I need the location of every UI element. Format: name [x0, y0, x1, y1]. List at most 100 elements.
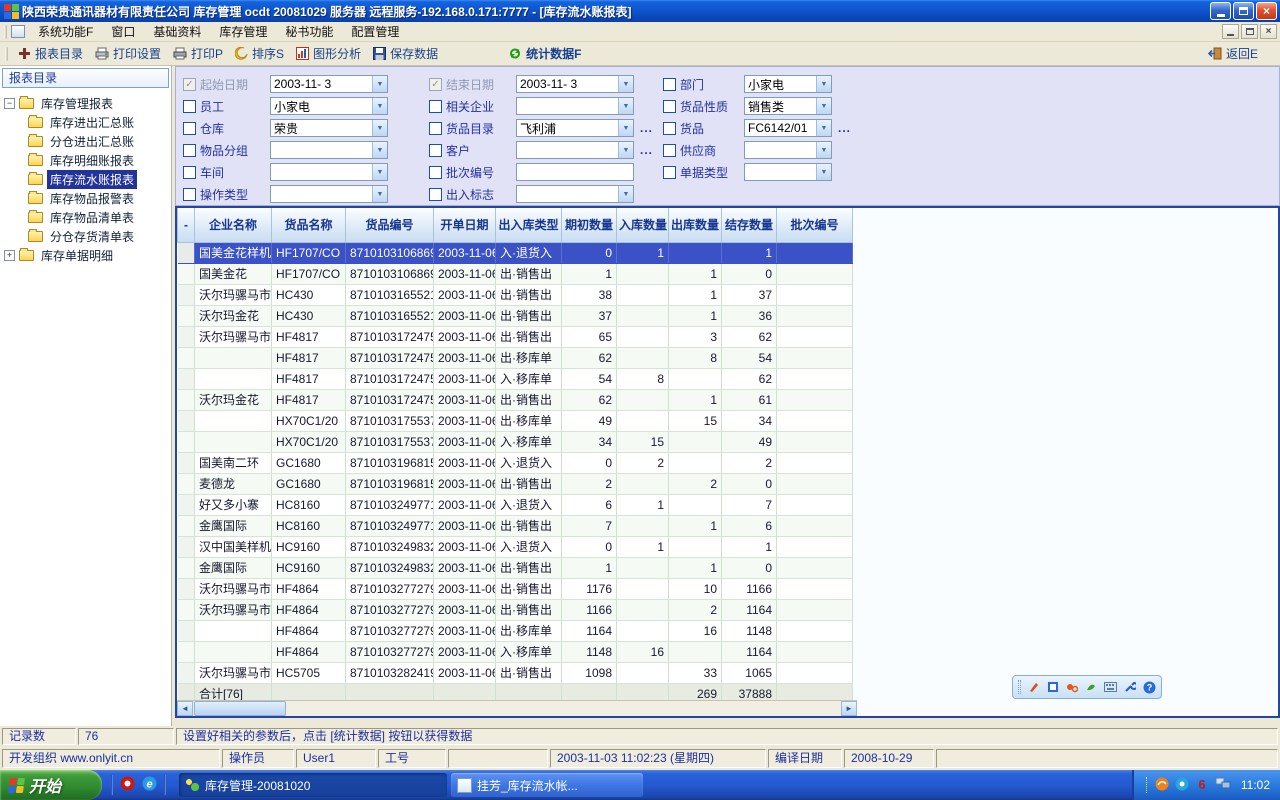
grid-row-13[interactable]: 好又多小寨HC816087101032497712003-11-06入·退货入6…	[178, 494, 853, 515]
dropdown-arrow-icon[interactable]: ▼	[618, 120, 633, 136]
expand-icon[interactable]: +	[4, 250, 15, 261]
dropdown-arrow-icon[interactable]: ▼	[618, 142, 633, 158]
report-catalog-button[interactable]: 报表目录	[12, 43, 89, 64]
start-button[interactable]: 开始	[0, 770, 102, 800]
restore-button[interactable]	[1233, 2, 1254, 20]
column-header-7[interactable]: 入库数量	[617, 208, 669, 242]
ime-language-bar[interactable]: ?	[1012, 675, 1162, 699]
mdi-restore-button[interactable]	[1241, 24, 1258, 39]
column-header-5[interactable]: 出入库类型	[496, 208, 562, 242]
warehouse-select[interactable]: 荣贵▼	[270, 119, 388, 137]
grid-row-1[interactable]: 国美金花样机HF1707/CO87101031068692003-11-06入·…	[178, 242, 853, 263]
tray-icon-3[interactable]: 6	[1195, 777, 1209, 794]
employee-select[interactable]: 小家电▼	[270, 97, 388, 115]
tray-icon-2[interactable]	[1175, 777, 1189, 794]
ime-keyboard-icon[interactable]	[1104, 680, 1117, 694]
dropdown-arrow-icon[interactable]: ▼	[372, 164, 387, 180]
quicklaunch-ie-icon[interactable]: e	[142, 776, 157, 794]
quicklaunch-icon-1[interactable]	[120, 776, 135, 794]
item-group-checkbox[interactable]	[183, 144, 196, 157]
goods-nature-checkbox[interactable]	[663, 100, 676, 113]
tree-item-1[interactable]: −库存管理报表	[4, 94, 171, 113]
warehouse-checkbox[interactable]	[183, 122, 196, 135]
ime-grip[interactable]	[1018, 680, 1021, 694]
grid-row-5[interactable]: 沃尔玛骡马市HF481787101031724752003-11-06出·销售出…	[178, 326, 853, 347]
grid-row-11[interactable]: 国美南二环GC168087101031968152003-11-06入·退货入0…	[178, 452, 853, 473]
related-company-checkbox[interactable]	[429, 100, 442, 113]
item-group-select[interactable]: ▼	[270, 141, 388, 159]
sort-button[interactable]: 排序S	[229, 43, 290, 64]
operation-type-checkbox[interactable]	[183, 188, 196, 201]
ime-mode-icon[interactable]	[1046, 680, 1059, 694]
dropdown-arrow-icon[interactable]: ▼	[816, 76, 831, 92]
tree-item-5[interactable]: 库存流水账报表	[4, 170, 171, 189]
dropdown-arrow-icon[interactable]: ▼	[372, 120, 387, 136]
grid-row-7[interactable]: HF481787101031724752003-11-06入·移库单54862	[178, 368, 853, 389]
menu-item-4[interactable]: 库存管理	[210, 21, 276, 42]
goods-catalog-browse-button[interactable]: ...	[640, 121, 653, 135]
goods-browse-button[interactable]: ...	[838, 121, 851, 135]
grid-row-3[interactable]: 沃尔玛骡马市HC43087101031655212003-11-06出·销售出3…	[178, 284, 853, 305]
batch-no-checkbox[interactable]	[429, 166, 442, 179]
grid-row-10[interactable]: HX70C1/2087101031755372003-11-06入·移库单341…	[178, 431, 853, 452]
tree-item-6[interactable]: 库存物品报警表	[4, 189, 171, 208]
column-header-1[interactable]: 企业名称	[195, 208, 272, 242]
goods-checkbox[interactable]	[663, 122, 676, 135]
dropdown-arrow-icon[interactable]: ▼	[816, 120, 831, 136]
print-setup-button[interactable]: 打印设置	[89, 43, 167, 64]
goods-nature-select[interactable]: 销售类▼	[744, 97, 832, 115]
dropdown-arrow-icon[interactable]: ▼	[372, 76, 387, 92]
scroll-left-button[interactable]: ◄	[177, 701, 193, 716]
dropdown-arrow-icon[interactable]: ▼	[618, 76, 633, 92]
scrollbar-thumb[interactable]	[194, 701, 286, 716]
mdi-minimize-button[interactable]	[1222, 24, 1239, 39]
tree-item-2[interactable]: 库存进出汇总账	[4, 113, 171, 132]
grid-row-4[interactable]: 沃尔玛金花HC43087101031655212003-11-06出·销售出37…	[178, 305, 853, 326]
minimize-button[interactable]	[1210, 2, 1231, 20]
column-header-0[interactable]: -	[178, 208, 195, 242]
dropdown-arrow-icon[interactable]: ▼	[372, 186, 387, 202]
stats-data-button[interactable]: 统计数据F	[502, 43, 587, 64]
tree-item-8[interactable]: 分仓存货清单表	[4, 227, 171, 246]
grid-row-2[interactable]: 国美金花HF1707/CO87101031068692003-11-06出·销售…	[178, 263, 853, 284]
start-date-select[interactable]: 2003-11- 3▼	[270, 75, 388, 93]
ime-swoosh-icon[interactable]	[1085, 680, 1098, 694]
start-date-checkbox[interactable]: ✓	[183, 78, 196, 91]
print-button[interactable]: 打印P	[167, 43, 229, 64]
grid-row-16[interactable]: 金鹰国际HC916087101032498322003-11-06出·销售出11…	[178, 557, 853, 578]
dropdown-arrow-icon[interactable]: ▼	[372, 98, 387, 114]
horizontal-scrollbar[interactable]: ◄ ►	[177, 700, 857, 716]
dropdown-arrow-icon[interactable]: ▼	[618, 98, 633, 114]
tree-item-3[interactable]: 分仓进出汇总账	[4, 132, 171, 151]
back-button[interactable]: 返回E	[1202, 43, 1264, 64]
workshop-select[interactable]: ▼	[270, 163, 388, 181]
save-data-button[interactable]: 保存数据	[367, 43, 444, 64]
grid-row-18[interactable]: 沃尔玛骡马市HF486487101032772792003-11-06出·销售出…	[178, 599, 853, 620]
related-company-select[interactable]: ▼	[516, 97, 634, 115]
menu-item-5[interactable]: 秘书功能	[276, 21, 342, 42]
inout-flag-checkbox[interactable]	[429, 188, 442, 201]
grid-row-15[interactable]: 汉中国美样机HC916087101032498322003-11-06入·退货入…	[178, 536, 853, 557]
tray-icon-1[interactable]	[1155, 777, 1169, 794]
employee-checkbox[interactable]	[183, 100, 196, 113]
ime-help-icon[interactable]: ?	[1143, 680, 1156, 694]
doc-type-select[interactable]: ▼	[744, 163, 832, 181]
tree-item-4[interactable]: 库存明细账报表	[4, 151, 171, 170]
ime-pen-icon[interactable]	[1027, 680, 1040, 694]
dropdown-arrow-icon[interactable]: ▼	[816, 142, 831, 158]
customer-browse-button[interactable]: ...	[640, 143, 653, 157]
grid-row-21[interactable]: 沃尔玛骡马市HC570587101032824192003-11-06出·销售出…	[178, 662, 853, 683]
tree-item-9[interactable]: +库存单据明细	[4, 246, 171, 265]
grid-row-17[interactable]: 沃尔玛骡马市HF486487101032772792003-11-06出·销售出…	[178, 578, 853, 599]
grid-row-19[interactable]: HF486487101032772792003-11-06出·移库单116416…	[178, 620, 853, 641]
column-header-2[interactable]: 货品名称	[272, 208, 346, 242]
menu-item-1[interactable]: 系统功能F	[29, 21, 102, 42]
inout-flag-select[interactable]: ▼	[516, 185, 634, 203]
grid-row-8[interactable]: 沃尔玛金花HF481787101031724752003-11-06出·销售出6…	[178, 389, 853, 410]
supplier-checkbox[interactable]	[663, 144, 676, 157]
grid-row-6[interactable]: HF481787101031724752003-11-06出·移库单62854	[178, 347, 853, 368]
scrollbar-track[interactable]	[286, 701, 841, 716]
collapse-icon[interactable]: −	[4, 98, 15, 109]
chart-analysis-button[interactable]: 图形分析	[290, 43, 367, 64]
end-date-select[interactable]: 2003-11- 3▼	[516, 75, 634, 93]
